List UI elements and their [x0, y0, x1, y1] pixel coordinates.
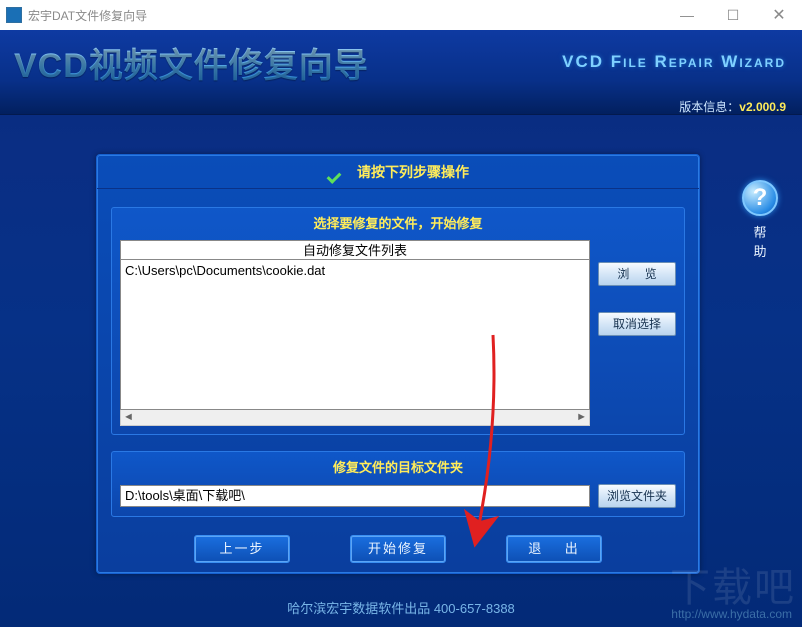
checkmark-icon	[327, 162, 347, 182]
scroll-right-icon[interactable]: ►	[576, 410, 587, 425]
wizard-panel: 请按下列步骤操作 选择要修复的文件，开始修复 自动修复文件列表 C:\Users…	[96, 154, 700, 574]
browse-button[interactable]: 浏 览	[598, 262, 676, 286]
panel-header-text: 请按下列步骤操作	[357, 162, 469, 182]
target-folder-title: 修复文件的目标文件夹	[112, 452, 684, 480]
app-icon	[6, 7, 22, 23]
close-button[interactable]: ✕	[756, 0, 802, 30]
titlebar: 宏宇DAT文件修复向导 — ☐ ✕	[0, 0, 802, 30]
file-list-header: 自动修复文件列表	[120, 240, 590, 260]
browse-folder-button[interactable]: 浏览文件夹	[598, 484, 676, 508]
maximize-button[interactable]: ☐	[710, 0, 756, 30]
select-files-title: 选择要修复的文件，开始修复	[112, 208, 684, 236]
help-icon[interactable]: ?	[742, 180, 778, 216]
file-side-buttons: 浏 览 取消选择	[598, 240, 676, 426]
panel-header: 请按下列步骤操作	[97, 155, 699, 189]
cancel-select-button[interactable]: 取消选择	[598, 312, 676, 336]
list-scrollbar[interactable]: ◄ ►	[120, 410, 590, 426]
version-number: v2.000.9	[739, 100, 786, 114]
help-area[interactable]: ? 帮 助	[734, 180, 786, 260]
banner-title-en: VCD File Repair Wizard	[562, 52, 786, 72]
file-list-area: 自动修复文件列表 C:\Users\pc\Documents\cookie.da…	[120, 240, 590, 426]
action-row: 上一步 开始修复 退 出	[97, 535, 699, 563]
window-controls: — ☐ ✕	[664, 0, 802, 30]
footer-url: http://www.hydata.com	[671, 607, 792, 621]
list-item[interactable]: C:\Users\pc\Documents\cookie.dat	[125, 262, 585, 280]
back-button[interactable]: 上一步	[194, 535, 290, 563]
app-body: VCD视频文件修复向导 VCD File Repair Wizard 版本信息：…	[0, 30, 802, 627]
exit-button[interactable]: 退 出	[506, 535, 602, 563]
help-label: 帮 助	[734, 222, 786, 260]
footer: 哈尔滨宏宇数据软件出品 400-657-8388 http://www.hyda…	[0, 598, 802, 617]
select-files-panel: 选择要修复的文件，开始修复 自动修复文件列表 C:\Users\pc\Docum…	[111, 207, 685, 435]
footer-text: 哈尔滨宏宇数据软件出品 400-657-8388	[287, 601, 515, 616]
scroll-left-icon[interactable]: ◄	[123, 410, 134, 425]
version-label: 版本信息：	[679, 100, 739, 114]
file-list[interactable]: C:\Users\pc\Documents\cookie.dat	[120, 260, 590, 410]
target-folder-panel: 修复文件的目标文件夹 D:\tools\桌面\下载吧\ 浏览文件夹	[111, 451, 685, 517]
start-repair-button[interactable]: 开始修复	[350, 535, 446, 563]
version-info: 版本信息：v2.000.9	[679, 98, 786, 115]
minimize-button[interactable]: —	[664, 0, 710, 30]
window-title: 宏宇DAT文件修复向导	[28, 7, 147, 24]
target-path-input[interactable]: D:\tools\桌面\下载吧\	[120, 485, 590, 507]
banner: VCD视频文件修复向导 VCD File Repair Wizard 版本信息：…	[0, 30, 802, 115]
